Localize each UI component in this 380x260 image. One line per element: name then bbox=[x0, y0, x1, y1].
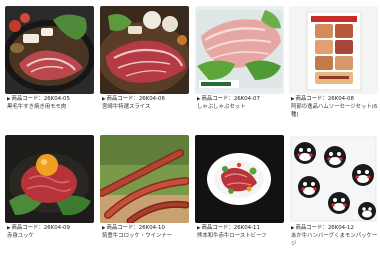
chevron-right-icon: ▶ bbox=[197, 226, 201, 231]
product-name[interactable]: 赤身ユッケ bbox=[7, 233, 94, 241]
ham-gift-box-image[interactable] bbox=[289, 6, 378, 94]
product-name[interactable]: 熊本和牛赤牛ローストビーフ bbox=[197, 233, 284, 241]
product-code: 商品コード：26K04-05 bbox=[11, 96, 70, 102]
chevron-right-icon: ▶ bbox=[291, 97, 295, 102]
product-code: 商品コード：26K04-07 bbox=[201, 96, 260, 102]
beef-slice-image[interactable] bbox=[100, 6, 189, 94]
product-card[interactable]: ▶商品コード：26K04-05 黒毛牛すき焼き用モモ肉 bbox=[5, 6, 94, 131]
product-name[interactable]: 黒毛牛すき焼き用モモ肉 bbox=[7, 104, 94, 112]
chevron-right-icon: ▶ bbox=[7, 226, 11, 231]
product-code: 商品コード：26K04-11 bbox=[201, 225, 260, 231]
chevron-right-icon: ▶ bbox=[197, 97, 201, 102]
pork-shabu-image[interactable] bbox=[195, 6, 284, 94]
product-code: 商品コード：26K04-06 bbox=[106, 96, 165, 102]
product-name[interactable]: 宮崎牛特選スライス bbox=[102, 104, 189, 112]
product-grid: ▶商品コード：26K04-05 黒毛牛すき焼き用モモ肉 ▶商品コード：26K04… bbox=[0, 0, 380, 252]
product-name[interactable]: しゃぶしゃぶセット bbox=[197, 104, 284, 112]
yukhoe-egg-image[interactable] bbox=[5, 135, 94, 223]
product-card[interactable]: ▶商品コード：26K04-06 宮崎牛特選スライス bbox=[100, 6, 189, 131]
product-card[interactable]: ▶商品コード：26K04-11 熊本和牛赤牛ローストビーフ bbox=[195, 135, 284, 260]
chevron-right-icon: ▶ bbox=[7, 97, 11, 102]
chevron-right-icon: ▶ bbox=[291, 226, 295, 231]
product-card[interactable]: ▶商品コード：26K04-09 赤身ユッケ bbox=[5, 135, 94, 260]
product-card[interactable]: ▶商品コード：26K04-08 阿部の逸品ハムソーセージセット(6種) bbox=[289, 6, 378, 131]
chevron-right-icon: ▶ bbox=[102, 226, 106, 231]
kumamon-package-image[interactable] bbox=[289, 135, 378, 223]
product-card[interactable]: ▶商品コード：26K04-07 しゃぶしゃぶセット bbox=[195, 6, 284, 131]
chevron-right-icon: ▶ bbox=[102, 97, 106, 102]
sausage-image[interactable] bbox=[100, 135, 189, 223]
product-name[interactable]: あか牛ハンバーグくまモンパッケージ bbox=[291, 233, 378, 248]
product-code: 商品コード：26K04-12 bbox=[295, 225, 354, 231]
product-code: 商品コード：26K04-09 bbox=[11, 225, 70, 231]
product-name[interactable]: 筑豊牛コロッケ・ウインナー bbox=[102, 233, 189, 241]
product-card[interactable]: ▶商品コード：26K04-12 あか牛ハンバーグくまモンパッケージ bbox=[289, 135, 378, 260]
product-code: 商品コード：26K04-10 bbox=[106, 225, 165, 231]
product-code: 商品コード：26K04-08 bbox=[295, 96, 354, 102]
product-name[interactable]: 阿部の逸品ハムソーセージセット(6種) bbox=[291, 104, 378, 119]
roast-beef-salad-image[interactable] bbox=[195, 135, 284, 223]
product-card[interactable]: ▶商品コード：26K04-10 筑豊牛コロッケ・ウインナー bbox=[100, 135, 189, 260]
sukiyaki-pot-image[interactable] bbox=[5, 6, 94, 94]
